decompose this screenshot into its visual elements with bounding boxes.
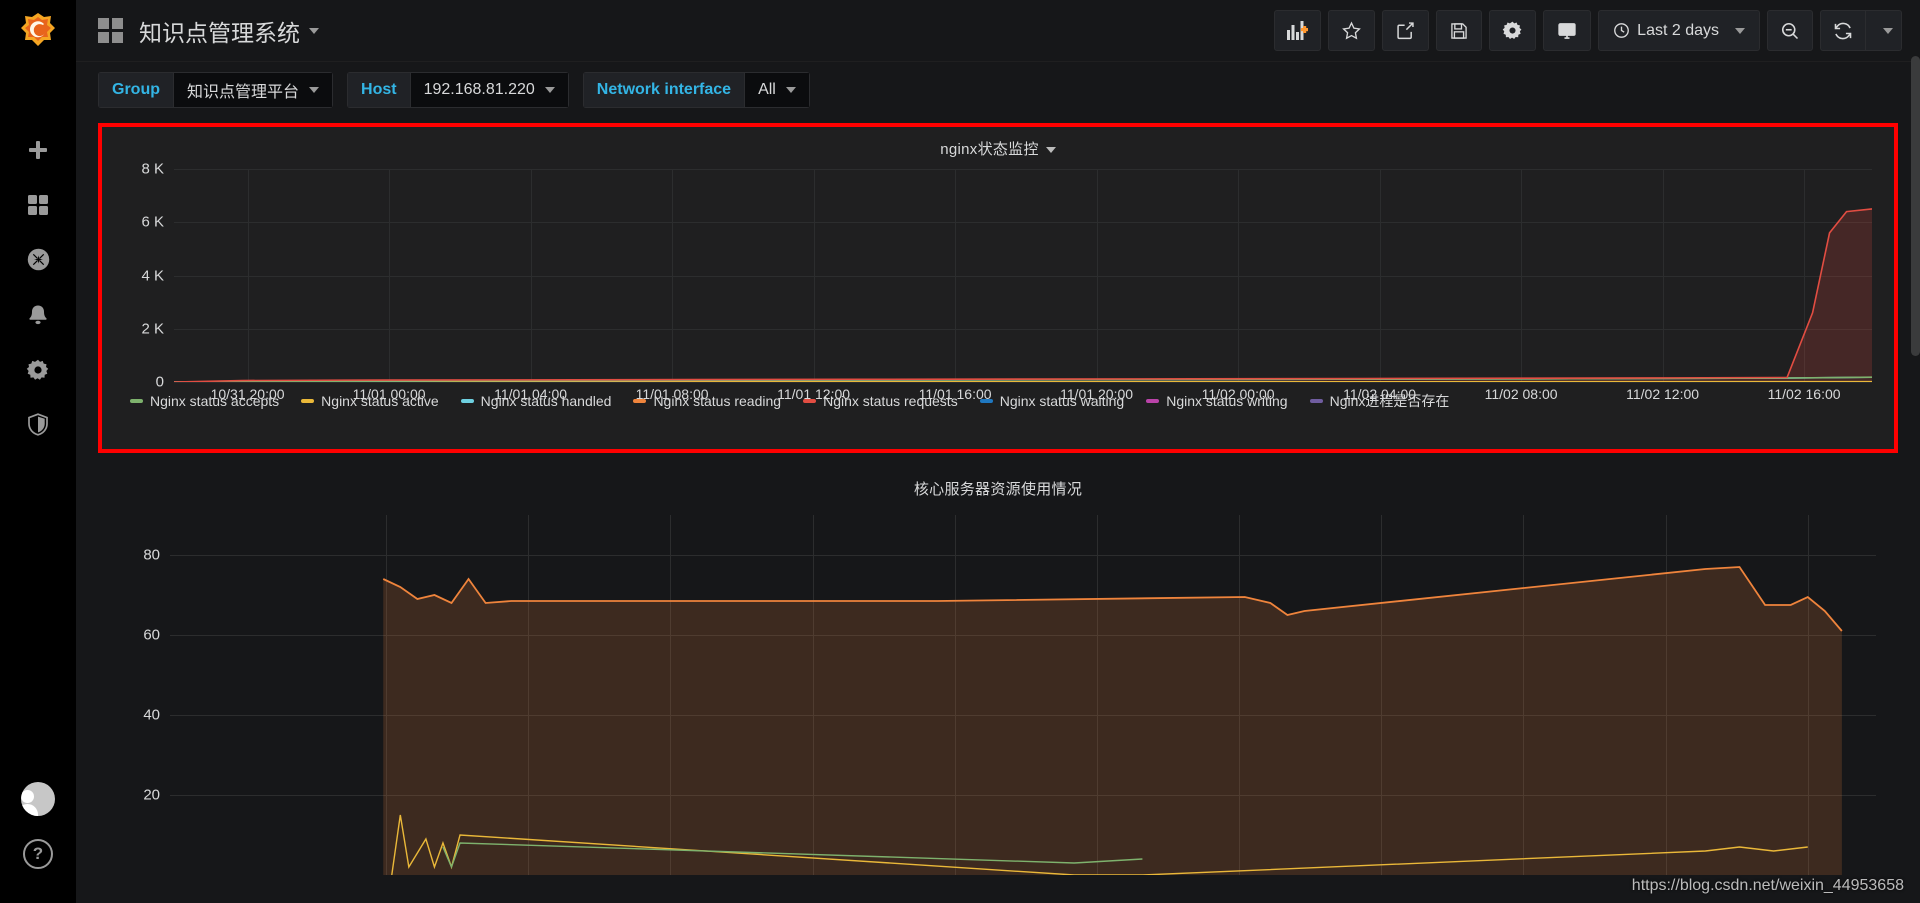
main-content: 知识点管理系统 Last 2 days Group 知识点管理平台 Host 1…: [76, 0, 1920, 903]
series-area: [174, 208, 1872, 382]
x-axis-tick: 11/02 04:00: [1343, 386, 1417, 402]
x-axis-tick: 11/01 12:00: [777, 386, 851, 402]
x-axis-tick: 11/01 16:00: [918, 386, 992, 402]
help-icon[interactable]: ?: [0, 826, 76, 881]
help-icon-label: ?: [23, 838, 53, 869]
series-line: [174, 209, 1872, 382]
navbar-actions: Last 2 days: [1274, 10, 1902, 51]
mark-favorite-button[interactable]: [1328, 10, 1376, 51]
variable-host: Host 192.168.81.220: [347, 71, 569, 108]
chart-nginx-status: 0 2 K 4 K 6 K 8 K 10/31 20:00 11/01 00:00 11/0…: [141, 161, 1872, 402]
template-variables: Group 知识点管理平台 Host 192.168.81.220 Networ…: [76, 62, 1920, 117]
sidebar-bottom: ?: [0, 771, 76, 903]
zoom-out-button[interactable]: [1767, 10, 1813, 51]
chevron-down-icon[interactable]: [309, 27, 319, 34]
save-dashboard-button[interactable]: [1436, 10, 1483, 51]
y-axis-tick: 2 K: [141, 320, 164, 338]
tv-mode-button[interactable]: [1543, 10, 1592, 51]
variable-label-host: Host: [347, 71, 410, 108]
sidebar-item-server-admin[interactable]: [0, 397, 76, 452]
variable-label-group: Group: [98, 71, 173, 108]
dashboard-grid-icon: [98, 18, 123, 43]
page-scrollbar[interactable]: [1911, 56, 1920, 356]
legend-color-swatch: [130, 399, 143, 403]
sidebar-item-dashboards[interactable]: [0, 177, 76, 232]
x-axis-tick: 10/31 20:00: [210, 386, 285, 402]
x-axis-tick: 11/01 08:00: [635, 386, 709, 402]
variable-value-group-text: 知识点管理平台: [187, 83, 300, 101]
y-axis-tick: 60: [143, 626, 160, 644]
x-axis-tick: 11/02 08:00: [1484, 386, 1558, 402]
refresh-interval-dropdown[interactable]: [1866, 10, 1902, 51]
chevron-down-icon: [1883, 27, 1893, 34]
sidebar-item-alerting[interactable]: [0, 287, 76, 342]
avatar[interactable]: [0, 771, 76, 826]
sidebar-item-configuration[interactable]: [0, 342, 76, 397]
refresh-group: [1820, 10, 1902, 51]
variable-group: Group 知识点管理平台: [98, 71, 334, 108]
panel-title-nginx-text: nginx状态监控: [940, 141, 1039, 158]
variable-value-host[interactable]: 192.168.81.220: [409, 71, 569, 108]
variable-network-interface: Network interface All: [582, 71, 810, 108]
chart-server-resources: 20 40 60 80: [143, 515, 1876, 875]
chart2-series-layer: [170, 515, 1876, 875]
time-range-label: Last 2 days: [1637, 21, 1719, 39]
x-axis-tick: 11/01 00:00: [352, 386, 426, 402]
y-axis-tick: 20: [143, 786, 160, 804]
y-axis-tick: 80: [143, 546, 160, 564]
y-axis-tick: 4 K: [141, 267, 164, 284]
panel-title-resources-text: 核心服务器资源使用情况: [913, 481, 1083, 498]
sidebar: ?: [0, 0, 76, 903]
variable-value-host-text: 192.168.81.220: [423, 80, 535, 98]
x-axis-tick: 11/02 00:00: [1201, 386, 1275, 402]
chevron-down-icon: [309, 86, 320, 93]
y-axis-tick: 6 K: [141, 213, 164, 231]
series-area: [383, 567, 1842, 875]
x-axis-tick: 11/01 20:00: [1060, 386, 1134, 402]
chevron-down-icon: [785, 86, 796, 93]
refresh-button[interactable]: [1820, 10, 1866, 51]
variable-value-group[interactable]: 知识点管理平台: [173, 71, 334, 108]
share-dashboard-button[interactable]: [1382, 10, 1430, 51]
panel-nginx-status[interactable]: nginx状态监控 0 2 K 4 K 6 K 8 K 10/31 20:00 11/01…: [98, 123, 1898, 453]
y-axis-tick: 40: [143, 706, 160, 724]
panel-title-nginx[interactable]: nginx状态监控: [102, 127, 1894, 159]
watermark: https://blog.csdn.net/weixin_44953658: [1631, 877, 1904, 894]
sidebar-item-create[interactable]: [0, 122, 76, 177]
variable-label-network-interface: Network interface: [582, 71, 745, 108]
sidebar-nav: [0, 122, 76, 452]
y-axis-tick: 0: [155, 373, 164, 391]
x-axis-tick: 11/02 16:00: [1767, 386, 1841, 402]
chevron-down-icon[interactable]: [1045, 147, 1056, 154]
panel-title-resources[interactable]: 核心服务器资源使用情况: [98, 467, 1898, 499]
variable-value-network-interface-text: All: [758, 80, 776, 98]
top-navbar: 知识点管理系统 Last 2 days: [76, 0, 1920, 62]
variable-value-network-interface[interactable]: All: [744, 71, 810, 108]
add-panel-button[interactable]: [1274, 10, 1322, 51]
clock-icon: [1614, 23, 1630, 38]
panel-server-resources[interactable]: 核心服务器资源使用情况 20 40 60 80: [98, 467, 1898, 897]
chart-x-axis: 10/31 20:00 11/01 00:00 11/01 04:00 11/01 0…: [174, 382, 1872, 404]
grafana-logo[interactable]: [0, 0, 76, 62]
chevron-down-icon: [544, 86, 555, 93]
sidebar-item-explore[interactable]: [0, 232, 76, 287]
chart-series-layer: [174, 169, 1872, 382]
x-axis-tick: 11/01 04:00: [494, 386, 568, 402]
x-axis-tick: 11/02 12:00: [1626, 386, 1700, 402]
page-title: 知识点管理系统: [139, 19, 300, 46]
y-axis-tick: 8 K: [141, 160, 164, 178]
chevron-down-icon: [1735, 27, 1745, 34]
time-range-picker[interactable]: Last 2 days: [1598, 10, 1760, 51]
dashboard-settings-button[interactable]: [1489, 10, 1537, 51]
